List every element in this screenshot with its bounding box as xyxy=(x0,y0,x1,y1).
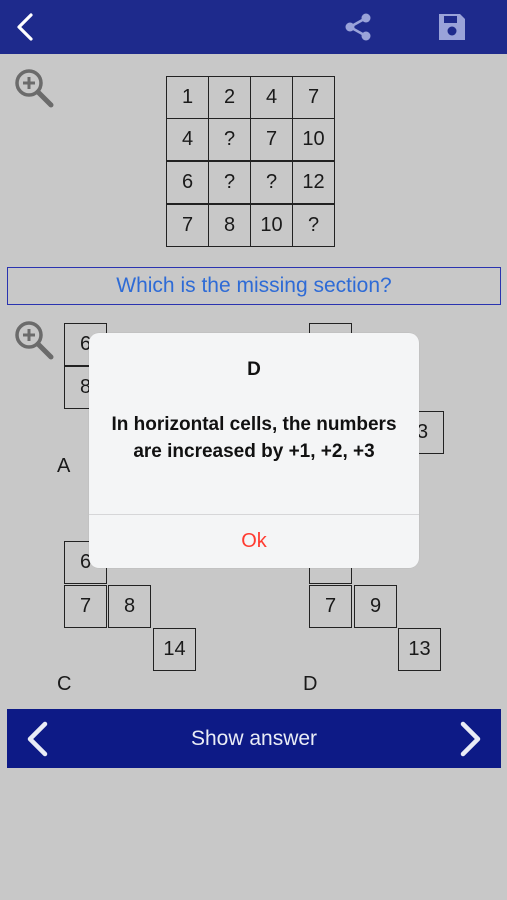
grid-cell: ? xyxy=(208,118,251,161)
option-cell: 7 xyxy=(309,585,352,628)
grid-cell: 6 xyxy=(166,161,209,204)
grid-cell: 2 xyxy=(208,76,251,119)
grid-cell: 8 xyxy=(208,204,251,247)
option-cell: 7 xyxy=(64,585,107,628)
back-button[interactable] xyxy=(10,11,40,43)
bottom-bar: Show answer xyxy=(7,709,501,768)
option-letter-d: D xyxy=(303,673,318,695)
save-icon xyxy=(439,14,465,40)
previous-button[interactable] xyxy=(19,719,55,759)
share-button[interactable] xyxy=(342,11,374,43)
option-cell: 9 xyxy=(354,585,397,628)
grid-cell: ? xyxy=(250,161,293,204)
zoom-options-button[interactable] xyxy=(12,318,56,362)
grid-cell: 10 xyxy=(292,118,335,161)
zoom-in-icon xyxy=(15,321,54,360)
dialog-message: In horizontal cells, the numbers are inc… xyxy=(111,414,397,462)
show-answer-button[interactable]: Show answer xyxy=(191,727,317,751)
ok-button[interactable]: Ok xyxy=(89,515,419,568)
question-label: Which is the missing section? xyxy=(7,267,501,305)
grid-cell: ? xyxy=(292,204,335,247)
save-button[interactable] xyxy=(436,11,468,43)
next-button[interactable] xyxy=(453,719,489,759)
grid-cell: ? xyxy=(208,161,251,204)
answer-dialog: D In horizontal cells, the numbers are i… xyxy=(89,333,419,568)
grid-cell: 4 xyxy=(250,76,293,119)
option-cell: 13 xyxy=(398,628,441,671)
option-letter-c: C xyxy=(57,673,72,695)
dialog-title: D xyxy=(247,359,261,380)
grid-cell: 1 xyxy=(166,76,209,119)
chevron-left-icon xyxy=(27,721,48,757)
grid-cell: 7 xyxy=(166,204,209,247)
chevron-right-icon xyxy=(460,721,481,757)
top-bar xyxy=(0,0,507,54)
zoom-in-icon xyxy=(15,69,54,108)
grid-cell: 7 xyxy=(250,118,293,161)
share-icon xyxy=(345,13,371,41)
grid-cell: 10 xyxy=(250,204,293,247)
grid-cell: 4 xyxy=(166,118,209,161)
grid-cell: 12 xyxy=(292,161,335,204)
chevron-left-icon xyxy=(17,13,33,41)
option-cell: 14 xyxy=(153,628,196,671)
zoom-puzzle-button[interactable] xyxy=(12,66,56,110)
grid-cell: 7 xyxy=(292,76,335,119)
option-cell: 8 xyxy=(108,585,151,628)
option-letter-a: A xyxy=(57,455,71,477)
